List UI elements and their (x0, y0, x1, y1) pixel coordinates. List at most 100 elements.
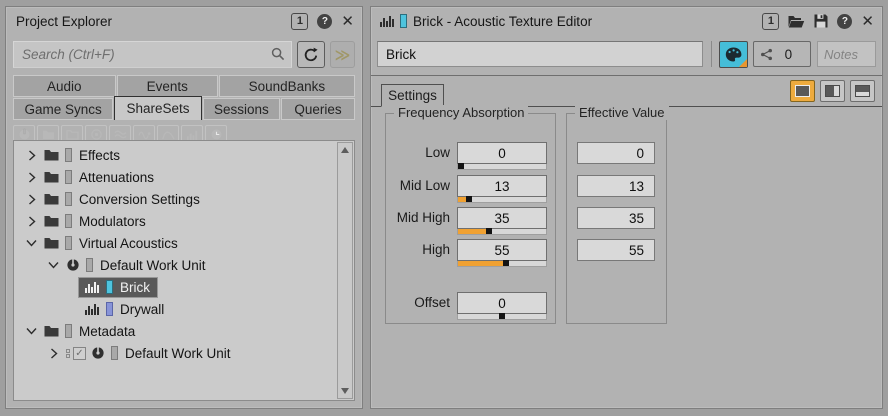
tree-item-drywall[interactable]: Drywall (14, 298, 336, 320)
editor-tabstrip: Settings (371, 76, 882, 107)
refresh-button[interactable] (297, 41, 325, 68)
tab-sharesets[interactable]: ShareSets (114, 96, 202, 120)
tab-game-syncs[interactable]: Game Syncs (13, 98, 113, 120)
effective-value-mid-high: 35 (577, 207, 655, 229)
slider-handle[interactable] (503, 260, 509, 266)
filter-arrow-button[interactable]: ≫ (330, 41, 355, 68)
editor-titlebar[interactable]: Brick - Acoustic Texture Editor 1 ? ✕ (371, 7, 882, 35)
slider-mid-low[interactable] (457, 197, 547, 203)
refresh-icon (303, 47, 319, 63)
slider-handle[interactable] (486, 228, 492, 234)
separator (711, 41, 712, 67)
acoustic-texture-editor-panel: Brick - Acoustic Texture Editor 1 ? ✕ 0 … (370, 6, 883, 409)
chevron-right-icon[interactable] (26, 150, 37, 161)
tree-item-label: Metadata (79, 324, 135, 339)
tree-item-effects[interactable]: Effects (14, 144, 336, 166)
tree-item-label: Virtual Acoustics (79, 236, 178, 251)
chevron-down-icon[interactable] (26, 327, 37, 335)
scroll-down-icon[interactable] (338, 384, 352, 398)
object-color-swatch (65, 148, 72, 162)
object-color-swatch (65, 170, 72, 184)
help-icon[interactable]: ? (317, 14, 332, 29)
tree-item-default-work-unit[interactable]: Default Work Unit (14, 254, 336, 276)
slider-handle[interactable] (499, 313, 505, 319)
group-title: Effective Value (575, 105, 669, 120)
help-icon[interactable]: ? (837, 14, 852, 29)
tree-scrollbar[interactable] (337, 142, 353, 399)
selected-item-highlight[interactable]: Brick (78, 277, 158, 298)
chevron-right-icon[interactable] (26, 194, 37, 205)
chevron-down-icon[interactable] (26, 239, 37, 247)
slider-high[interactable] (457, 261, 547, 267)
tree-item-attenuations[interactable]: Attenuations (14, 166, 336, 188)
slider-fill (458, 261, 506, 266)
tree-item-brick-selected[interactable]: Brick (14, 276, 336, 298)
tree-item-metadata[interactable]: Metadata (14, 320, 336, 342)
work-unit-icon (66, 258, 80, 272)
absorption-row-mid-high: Mid High 35 (390, 207, 547, 235)
tree-item-label: Attenuations (79, 170, 154, 185)
tab-soundbanks[interactable]: SoundBanks (219, 75, 355, 97)
effective-value-high: 55 (577, 239, 655, 261)
scroll-up-icon[interactable] (338, 143, 352, 157)
tree-item-label: Brick (120, 280, 150, 295)
tab-settings[interactable]: Settings (381, 84, 444, 107)
absorption-row-high: High 55 (390, 239, 547, 267)
group-title: Frequency Absorption (394, 105, 528, 120)
layout-split-vertical-button[interactable] (820, 80, 845, 102)
slider-handle[interactable] (458, 163, 464, 169)
close-icon[interactable]: ✕ (861, 14, 874, 29)
folder-icon (44, 215, 59, 227)
search-input[interactable] (13, 41, 292, 68)
tree-item-modulators[interactable]: Modulators (14, 210, 336, 232)
value-field-high[interactable]: 55 (457, 239, 547, 261)
tree-item-virtual-acoustics[interactable]: Virtual Acoustics (14, 232, 336, 254)
close-icon[interactable]: ✕ (341, 14, 354, 29)
tab-sessions[interactable]: Sessions (203, 98, 280, 120)
color-palette-button[interactable] (719, 41, 748, 68)
effective-value-group: Effective Value 0 13 35 55 (566, 113, 667, 324)
row-label: Mid High (390, 207, 450, 229)
project-explorer-panel: Project Explorer 1 ? ✕ ≫ Audio Events So… (5, 6, 363, 409)
value-field-offset[interactable]: 0 (457, 292, 547, 314)
value-field-mid-high[interactable]: 35 (457, 207, 547, 229)
tab-queries[interactable]: Queries (281, 98, 355, 120)
chevron-right-icon[interactable] (48, 348, 59, 359)
chevron-right-icon[interactable] (26, 216, 37, 227)
row-label: High (390, 239, 450, 261)
tree-item-conversion-settings[interactable]: Conversion Settings (14, 188, 336, 210)
slider-offset[interactable] (457, 314, 547, 320)
slider-handle[interactable] (466, 196, 472, 202)
tree-item-label: Default Work Unit (125, 346, 231, 361)
folder-icon (44, 237, 59, 249)
metadata-checkbox[interactable]: ✓ (73, 347, 86, 360)
tab-events[interactable]: Events (117, 75, 218, 97)
save-icon[interactable] (814, 14, 828, 28)
wwise-window: { "left_panel": { "title": "Project Expl… (0, 0, 888, 416)
layout-single-button[interactable] (790, 80, 815, 102)
tree-item-metadata-default-work-unit[interactable]: ✓ Default Work Unit (14, 342, 336, 364)
value-field-mid-low[interactable]: 13 (457, 175, 547, 197)
effective-value-mid-low: 13 (577, 175, 655, 197)
object-name-field[interactable] (377, 41, 703, 67)
explorer-tabs: Audio Events SoundBanks Game Syncs Share… (13, 75, 355, 120)
tab-audio[interactable]: Audio (13, 75, 116, 97)
slider-mid-high[interactable] (457, 229, 547, 235)
object-color-swatch (65, 236, 72, 250)
project-explorer-titlebar[interactable]: Project Explorer 1 ? ✕ (6, 7, 362, 35)
chevron-down-icon[interactable] (48, 261, 59, 269)
layout-split-vertical-icon (825, 85, 840, 97)
instance-number-button[interactable]: 1 (291, 13, 308, 30)
instance-number-button[interactable]: 1 (762, 13, 779, 30)
chevron-right-icon[interactable] (26, 172, 37, 183)
folder-icon (44, 149, 59, 161)
object-name-row: 0 (377, 40, 876, 68)
notes-field[interactable] (817, 41, 876, 67)
value-field-low[interactable]: 0 (457, 142, 547, 164)
metadata-split-icon (66, 349, 70, 358)
open-folder-icon[interactable] (788, 15, 805, 28)
layout-split-horizontal-button[interactable] (850, 80, 875, 102)
reference-count-button[interactable]: 0 (753, 41, 811, 67)
slider-low[interactable] (457, 164, 547, 170)
search-row: ≫ (13, 41, 355, 68)
